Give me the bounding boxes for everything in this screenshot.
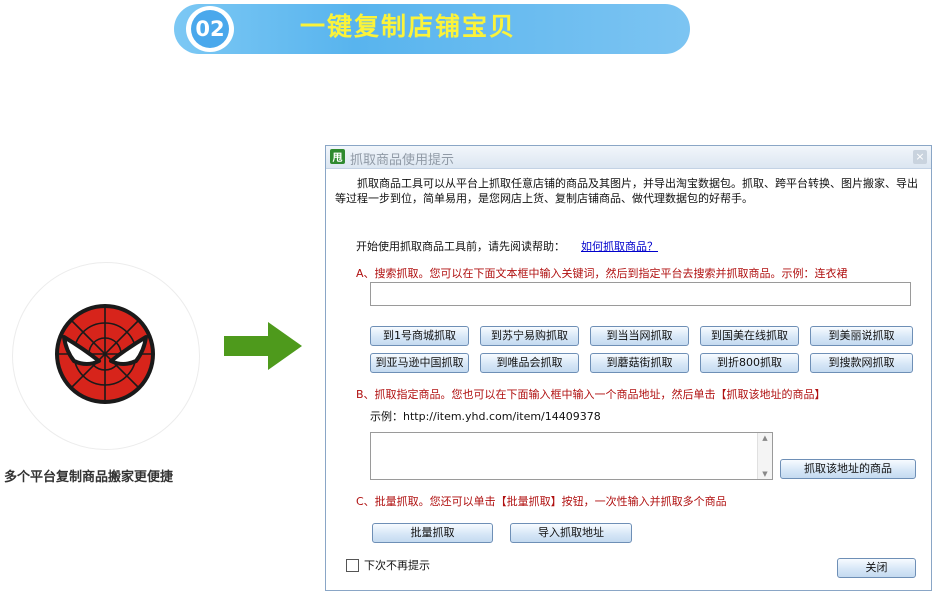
- section-b-label: B、抓取指定商品。您也可以在下面输入框中输入一个商品地址，然后单击【抓取该地址的…: [356, 388, 826, 401]
- dialog-title-bar: 甩 抓取商品使用提示 ×: [326, 146, 931, 169]
- banner-title: 一键复制店铺宝贝: [300, 12, 517, 41]
- dont-show-checkbox[interactable]: [346, 559, 359, 572]
- section-a-label: A、搜索抓取。您可以在下面文本框中输入关键词，然后到指定平台去搜索并抓取商品。示…: [356, 267, 848, 280]
- platform-button-mogujie[interactable]: 到蘑菇街抓取: [590, 353, 689, 373]
- scroll-up-icon[interactable]: ▲: [760, 434, 770, 442]
- app-icon: 甩: [330, 149, 345, 164]
- spiderman-mask-icon: [55, 304, 155, 404]
- platform-button-soukuan[interactable]: 到搜款网抓取: [810, 353, 913, 373]
- close-icon[interactable]: ×: [913, 150, 927, 164]
- help-line: 开始使用抓取商品工具前，请先阅读帮助： 如何抓取商品？: [356, 238, 658, 254]
- arrow-right-icon: [224, 322, 302, 370]
- fetch-url-button[interactable]: 抓取该地址的商品: [780, 459, 916, 479]
- textarea-scrollbar[interactable]: ▲ ▼: [757, 433, 772, 479]
- platform-button-suning[interactable]: 到苏宁易购抓取: [480, 326, 579, 346]
- dialog-title: 抓取商品使用提示: [350, 153, 455, 168]
- platform-button-dangdang[interactable]: 到当当网抓取: [590, 326, 689, 346]
- platform-button-amazon[interactable]: 到亚马逊中国抓取: [370, 353, 469, 373]
- platform-button-gome[interactable]: 到国美在线抓取: [700, 326, 799, 346]
- platform-button-zhe800[interactable]: 到折800抓取: [700, 353, 799, 373]
- step-number: 02: [191, 10, 229, 48]
- batch-fetch-button[interactable]: 批量抓取: [372, 523, 493, 543]
- platform-button-vip[interactable]: 到唯品会抓取: [480, 353, 579, 373]
- logo-caption: 多个平台复制商品搬家更便捷: [4, 470, 174, 485]
- close-button[interactable]: 关闭: [837, 558, 916, 578]
- dont-show-label: 下次不再提示: [364, 559, 430, 572]
- platform-button-meilishuo[interactable]: 到美丽说抓取: [810, 326, 913, 346]
- help-prompt: 开始使用抓取商品工具前，请先阅读帮助：: [356, 240, 565, 253]
- url-textarea[interactable]: ▲ ▼: [370, 432, 773, 480]
- scroll-down-icon[interactable]: ▼: [760, 470, 770, 478]
- keyword-input[interactable]: [370, 282, 911, 306]
- section-c-label: C、批量抓取。您还可以单击【批量抓取】按钮，一次性输入并抓取多个商品: [356, 495, 727, 508]
- step-number-badge: 02: [186, 6, 234, 52]
- help-link[interactable]: 如何抓取商品？: [581, 240, 658, 253]
- example-url: 示例：http://item.yhd.com/item/14409378: [370, 410, 601, 423]
- fetch-tips-dialog: 甩 抓取商品使用提示 × 抓取商品工具可以从平台上抓取任意店铺的商品及其图片，并…: [325, 145, 932, 591]
- intro-text: 抓取商品工具可以从平台上抓取任意店铺的商品及其图片，并导出淘宝数据包。抓取、跨平…: [335, 177, 918, 205]
- platform-button-yhd[interactable]: 到1号商城抓取: [370, 326, 469, 346]
- import-urls-button[interactable]: 导入抓取地址: [510, 523, 632, 543]
